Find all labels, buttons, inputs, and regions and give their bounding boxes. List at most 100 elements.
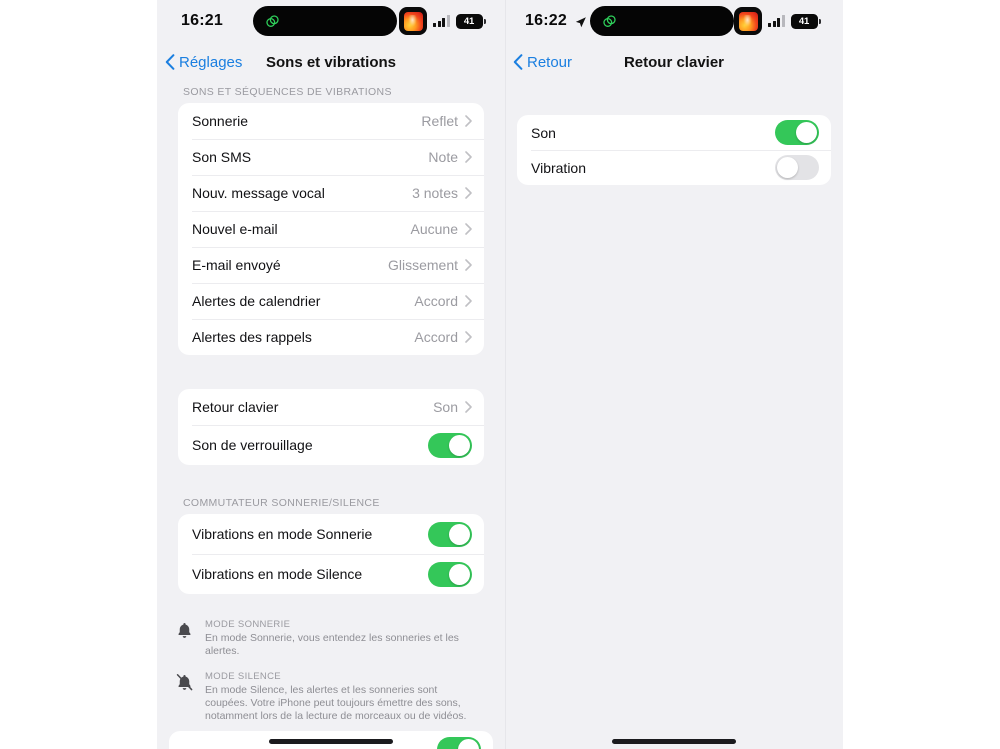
note-title: MODE SONNERIE [205,619,291,630]
home-indicator [269,739,393,744]
row-value: Glissement [387,257,458,273]
toggle-vibrations-silence[interactable] [428,561,472,587]
toggle-knob [449,434,470,456]
row-alertes-rappels[interactable]: Alertes des rappels Accord [178,319,484,355]
note-text-block: MODE SILENCE En mode Silence, les alerte… [205,671,473,723]
toggle-knob [458,738,479,749]
chevron-right-icon [465,115,472,127]
row-label: Son [531,124,556,141]
chevron-right-icon [465,401,472,413]
right-phone-screen: 16:22 41 Retour Retour clavier Son Vibra… [505,0,843,749]
row-label: Vibrations en mode Silence [192,566,363,582]
row-sonnerie[interactable]: Sonnerie Reflet [178,103,484,139]
row-value: Reflet [421,113,458,129]
row-label: Alertes des rappels [192,329,312,345]
back-button[interactable]: Retour [513,54,572,71]
screenshot-root: 16:21 41 Réglages Sons et vibrations SON… [0,0,1000,749]
sounds-list-card: Sonnerie Reflet Son SMS Note Nouv. messa… [178,103,484,355]
row-value: Accord [414,329,458,345]
chevron-right-icon [465,259,472,271]
toggle-knob [777,157,798,178]
back-button-label: Retour [527,53,573,71]
row-accessory: Aucune [411,221,472,237]
note-text-block: MODE SONNERIE En mode Sonnerie, vous ent… [205,619,473,658]
left-phone-screen: 16:21 41 Réglages Sons et vibrations SON… [157,0,505,749]
row-vibration[interactable]: Vibration [517,150,831,185]
ring-silent-switch-card: Vibrations en mode Sonnerie Vibrations e… [178,514,484,594]
app-icon [399,7,427,35]
row-value: 3 notes [412,185,458,201]
row-label: Retour clavier [192,399,279,415]
status-bar-time: 16:21 [181,12,223,29]
app-icon [734,7,762,35]
toggle-son[interactable] [775,120,819,145]
chevron-right-icon [465,295,472,307]
dynamic-island [253,6,397,36]
row-accessory: Son [433,399,472,415]
bell-slash-icon [175,671,195,723]
row-retour-clavier[interactable]: Retour clavier Son [178,389,484,425]
row-alertes-calendrier[interactable]: Alertes de calendrier Accord [178,283,484,319]
back-button[interactable]: Réglages [165,54,242,71]
status-bar-time: 16:22 [525,12,567,29]
row-accessory: Note [428,149,472,165]
row-accessory: 3 notes [412,185,472,201]
row-label: Nouv. message vocal [192,185,325,201]
row-value: Son [433,399,458,415]
row-label: Alertes de calendrier [192,293,321,309]
row-label: Nouvel e-mail [192,221,278,237]
back-button-label: Réglages [179,53,243,71]
row-son-de-verrouillage[interactable]: Son de verrouillage [178,425,484,465]
section-header-sounds: SONS ET SÉQUENCES DE VIBRATIONS [183,86,392,98]
navigation-bar: Réglages Sons et vibrations [157,47,505,77]
row-label: Son de verrouillage [192,437,313,453]
row-accessory: Glissement [388,257,472,273]
chevron-right-icon [465,187,472,199]
chevron-left-icon [165,54,175,70]
toggle-vibration[interactable] [775,155,819,180]
cellular-signal-icon [768,15,785,27]
row-label: E-mail envoyé [192,257,281,273]
note-body: En mode Sonnerie, vous entendez les sonn… [205,632,459,657]
note-body: En mode Silence, les alertes et les sonn… [205,684,467,722]
chevron-right-icon [465,223,472,235]
toggle-vibrations-sonnerie[interactable] [428,521,472,547]
section-header-ring-silent-switch: COMMUTATEUR SONNERIE/SILENCE [183,497,380,509]
row-nouvel-email[interactable]: Nouvel e-mail Aucune [178,211,484,247]
bell-icon [175,619,195,658]
note-title: MODE SILENCE [205,671,281,682]
dynamic-island [590,6,734,36]
row-accessory: Accord [414,293,472,309]
toggle-son-de-verrouillage[interactable] [428,432,472,458]
row-accessory: Reflet [421,113,472,129]
status-bar-right-cluster: 41 [399,7,486,35]
chevron-left-icon [513,54,523,70]
row-nouv-message-vocal[interactable]: Nouv. message vocal 3 notes [178,175,484,211]
toggle-knob [449,523,470,545]
keyboard-feedback-options-card: Son Vibration [517,115,831,185]
note-mode-silence: MODE SILENCE En mode Silence, les alerte… [157,671,505,723]
row-label: Vibrations en mode Sonnerie [192,526,373,542]
row-son-sms[interactable]: Son SMS Note [178,139,484,175]
note-mode-sonnerie: MODE SONNERIE En mode Sonnerie, vous ent… [157,619,505,658]
row-email-envoye[interactable]: E-mail envoyé Glissement [178,247,484,283]
cellular-signal-icon [433,15,450,27]
battery-percent: 41 [798,15,810,27]
toggle-partially-visible[interactable] [437,736,481,749]
link-icon [266,14,279,27]
row-value: Accord [414,293,458,309]
row-value: Aucune [410,221,458,237]
battery-percent: 41 [463,15,475,27]
status-bar-right-cluster: 41 [734,7,821,35]
status-bar: 16:22 41 [505,0,843,42]
row-label: Sonnerie [192,113,249,129]
chevron-right-icon [465,151,472,163]
row-vibrations-sonnerie[interactable]: Vibrations en mode Sonnerie [178,514,484,554]
row-vibrations-silence[interactable]: Vibrations en mode Silence [178,554,484,594]
row-value: Note [428,149,458,165]
link-icon [603,14,616,27]
row-label: Son SMS [192,149,252,165]
row-son[interactable]: Son [517,115,831,150]
navigation-bar: Retour Retour clavier [505,47,843,77]
home-indicator [612,739,736,744]
